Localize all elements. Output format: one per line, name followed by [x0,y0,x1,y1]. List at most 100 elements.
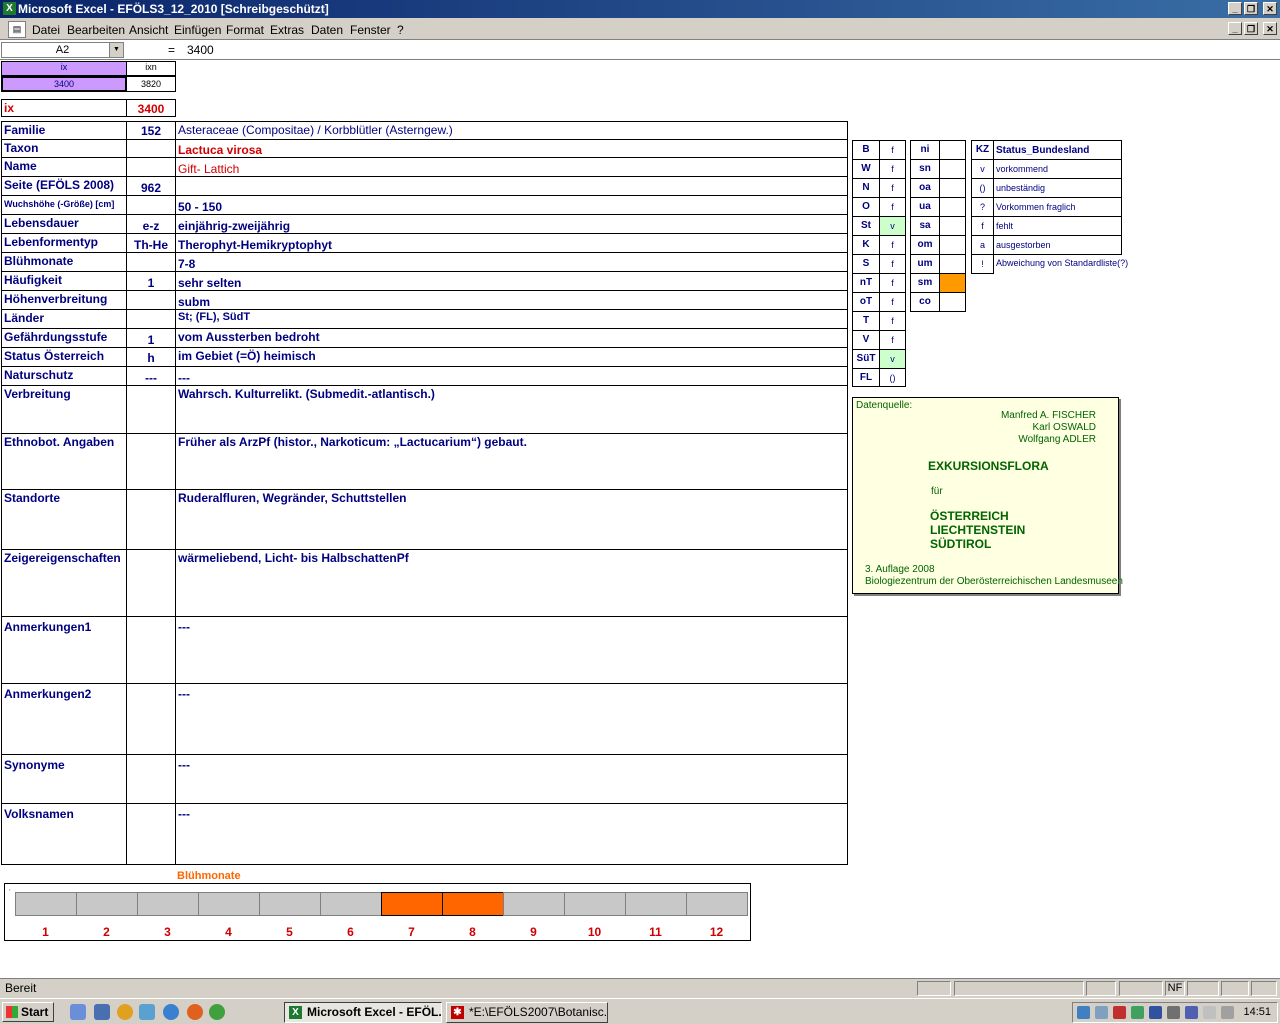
row-label-wuchshoehe[interactable]: Wuchshöhe (-Größe) [cm] [1,195,127,215]
altitude-code-ua[interactable]: ua [910,197,940,217]
legend-kz-abweichung[interactable]: ! [971,254,994,274]
menu-extras[interactable]: Extras [270,23,304,37]
altitude-value-ua[interactable] [939,197,966,217]
row-label-ethnobot[interactable]: Ethnobot. Angaben [1,433,127,490]
restore-button[interactable]: ❐ [1244,2,1258,15]
state-value-s[interactable]: f [879,254,906,274]
row-text-taxon[interactable]: Lactuca virosa [175,139,848,158]
menu-fenster[interactable]: Fenster [350,23,391,37]
name-box[interactable]: A2 ▼ [1,42,124,58]
ix-value-cell[interactable]: 3400 [126,99,176,117]
menu-datei[interactable]: Datei [32,23,60,37]
row-label-volksnamen[interactable]: Volksnamen [1,803,127,865]
row-label-zeigereigenschaften[interactable]: Zeigereigenschaften [1,549,127,617]
tray-info-icon[interactable] [1185,1006,1198,1019]
legend-kz-unbestaendig[interactable]: () [971,178,994,198]
altitude-value-ni[interactable] [939,140,966,160]
state-code-b[interactable]: B [852,140,880,160]
legend-header-status[interactable]: Status_Bundesland [993,140,1122,160]
altitude-value-um[interactable] [939,254,966,274]
row-text-gefaehrdungsstufe[interactable]: vom Aussterben bedroht [175,328,848,348]
state-code-s[interactable]: S [852,254,880,274]
row-label-haeufigkeit[interactable]: Häufigkeit [1,271,127,291]
formula-input[interactable]: 3400 [187,43,214,57]
row-label-familie[interactable]: Familie [1,121,127,140]
row-label-name[interactable]: Name [1,157,127,177]
row-text-bluehmonate[interactable]: 7-8 [175,252,848,272]
row-text-seite[interactable] [175,176,848,196]
row-text-verbreitung[interactable]: Wahrsch. Kulturrelikt. (Submedit.-atlant… [175,385,848,434]
row-text-anmerkungen1[interactable]: --- [175,616,848,684]
legend-header-kz[interactable]: KZ [971,140,994,160]
state-value-o[interactable]: f [879,197,906,217]
legend-kz-vorkommend[interactable]: v [971,159,994,179]
ix-header-cell[interactable]: ix [1,61,127,76]
quicklaunch-media-icon[interactable] [117,1004,133,1020]
quicklaunch-network-icon[interactable] [139,1004,155,1020]
row-code-lebensformentyp[interactable]: Th-He [126,233,176,253]
tray-usb-icon[interactable] [1131,1006,1144,1019]
legend-kz-fehlt[interactable]: f [971,216,994,236]
row-code-seite[interactable]: 962 [126,176,176,196]
state-code-w[interactable]: W [852,159,880,179]
row-text-lebensformentyp[interactable]: Therophyt-Hemikryptophyt [175,233,848,253]
state-value-fl[interactable]: () [879,368,906,387]
row-text-ethnobot[interactable]: Früher als ArzPf (histor., Narkoticum: „… [175,433,848,490]
row-label-status-oesterreich[interactable]: Status Österreich [1,347,127,367]
row-label-anmerkungen2[interactable]: Anmerkungen2 [1,683,127,755]
altitude-value-sa[interactable] [939,216,966,236]
row-text-lebensdauer[interactable]: einjährig-zweijährig [175,214,848,234]
menu-ansicht[interactable]: Ansicht [129,23,168,37]
menu-einfuegen[interactable]: Einfügen [174,23,221,37]
state-value-w[interactable]: f [879,159,906,179]
state-code-n[interactable]: N [852,178,880,198]
row-label-lebensformentyp[interactable]: Lebenformentyp [1,233,127,253]
legend-text-abweichung[interactable]: Abweichung von Standardliste(?) [994,254,1148,282]
row-text-volksnamen[interactable]: --- [175,803,848,865]
row-text-familie[interactable]: Asteraceae (Compositae) / Korbblütler (A… [175,121,848,140]
row-code-hoehenverbreitung[interactable] [126,290,176,310]
altitude-code-om[interactable]: om [910,235,940,255]
row-code-standorte[interactable] [126,489,176,550]
row-label-naturschutz[interactable]: Naturschutz [1,366,127,386]
row-label-anmerkungen1[interactable]: Anmerkungen1 [1,616,127,684]
row-label-verbreitung[interactable]: Verbreitung [1,385,127,434]
row-label-seite[interactable]: Seite (EFÖLS 2008) [1,176,127,196]
state-code-suet[interactable]: SüT [852,349,880,369]
state-value-t[interactable]: f [879,311,906,331]
altitude-code-um[interactable]: um [910,254,940,274]
document-icon[interactable]: ▤ [8,21,26,38]
quicklaunch-ie-icon[interactable] [163,1004,179,1020]
state-value-suet[interactable]: v [879,349,906,369]
menu-bearbeiten[interactable]: Bearbeiten [67,23,125,37]
altitude-code-sm[interactable]: sm [910,273,940,293]
row-code-lebensdauer[interactable]: e-z [126,214,176,234]
row-text-synonyme[interactable]: --- [175,754,848,804]
ixn-header-cell[interactable]: ixn [126,61,176,76]
row-label-lebensdauer[interactable]: Lebensdauer [1,214,127,234]
altitude-code-oa[interactable]: oa [910,178,940,198]
chevron-down-icon[interactable]: ▼ [109,43,123,57]
tray-device-icon[interactable] [1221,1006,1234,1019]
row-text-laender[interactable]: St; (FL), SüdT [175,309,848,329]
state-code-k[interactable]: K [852,235,880,255]
legend-text-fehlt[interactable]: fehlt [993,216,1122,236]
row-code-naturschutz[interactable]: --- [126,366,176,386]
state-value-b[interactable]: f [879,140,906,160]
ix-label-cell[interactable]: ix [1,99,127,117]
state-code-v[interactable]: V [852,330,880,350]
state-value-ot[interactable]: f [879,292,906,312]
row-text-naturschutz[interactable]: --- [175,366,848,386]
state-code-fl[interactable]: FL [852,368,880,387]
row-code-haeufigkeit[interactable]: 1 [126,271,176,291]
state-code-o[interactable]: O [852,197,880,217]
row-label-gefaehrdungsstufe[interactable]: Gefährdungsstufe [1,328,127,348]
legend-text-unbestaendig[interactable]: unbeständig [993,178,1122,198]
state-code-nt[interactable]: nT [852,273,880,293]
menu-daten[interactable]: Daten [311,23,343,37]
row-label-laender[interactable]: Länder [1,309,127,329]
row-label-hoehenverbreitung[interactable]: Höhenverbreitung [1,290,127,310]
row-code-synonyme[interactable] [126,754,176,804]
quicklaunch-desktop-icon[interactable] [94,1004,110,1020]
row-code-anmerkungen2[interactable] [126,683,176,755]
